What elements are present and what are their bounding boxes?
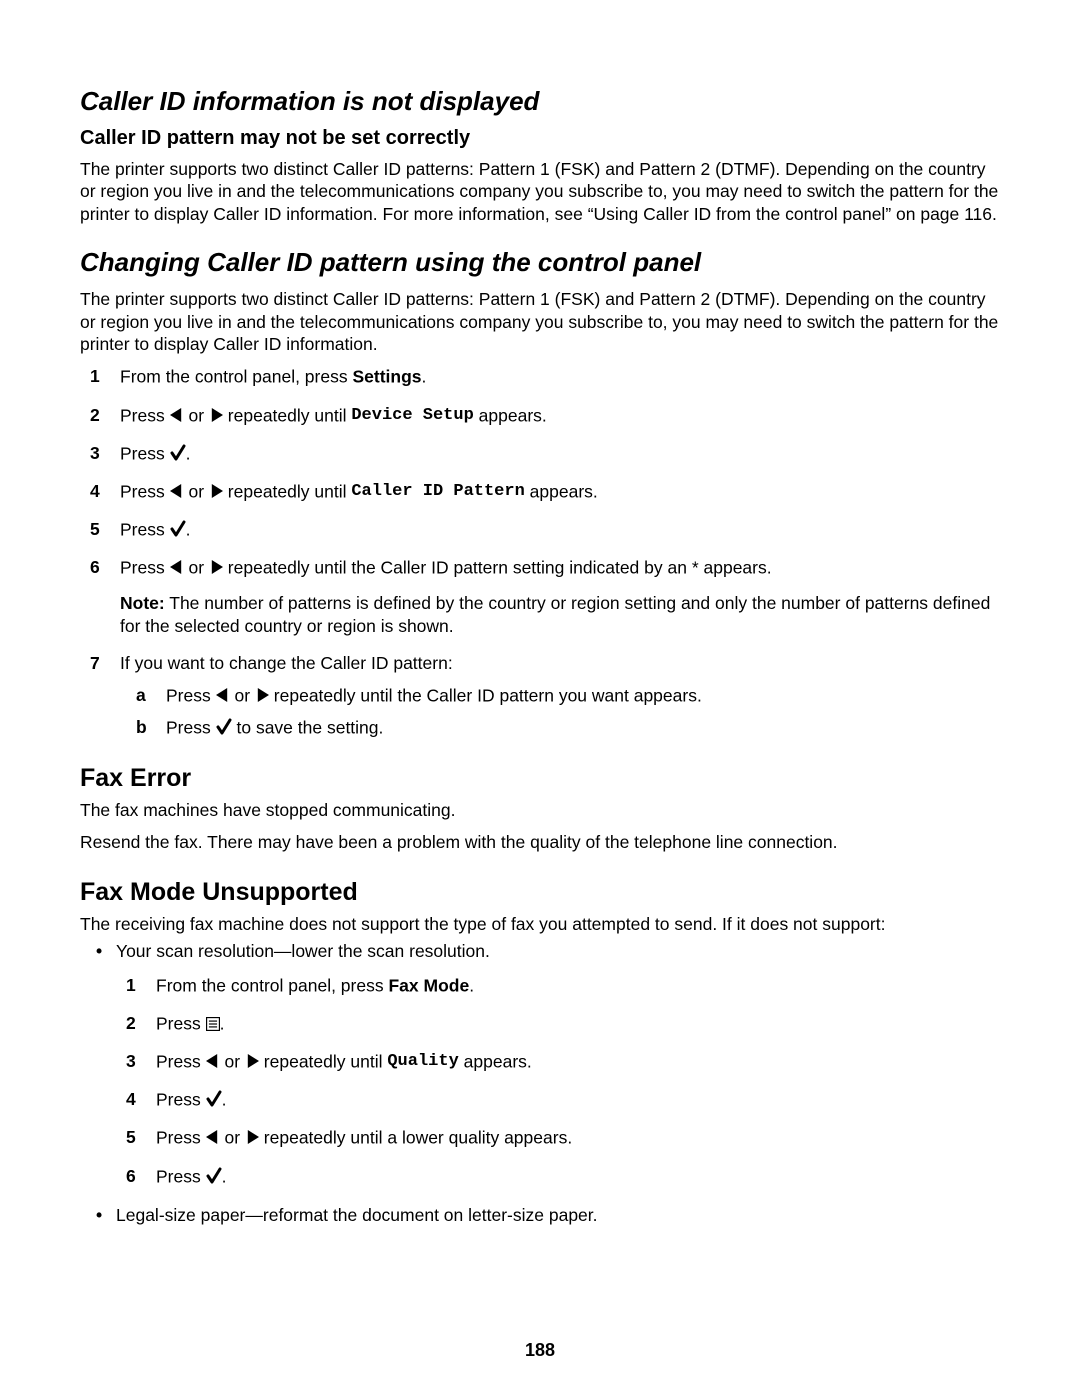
triangle-left-icon (216, 688, 230, 702)
page-number: 188 (0, 1340, 1080, 1361)
settings-label: Settings (352, 367, 421, 387)
step-text: . (222, 1090, 227, 1110)
step-text: or (234, 685, 254, 705)
step-text: appears. (479, 405, 547, 425)
step-1: 1 From the control panel, press Settings… (104, 365, 1000, 389)
step-3: 3 Press . (104, 442, 1000, 466)
step-text: Press (156, 1166, 206, 1186)
menu-icon (206, 1017, 220, 1031)
step-text: to save the setting. (236, 717, 383, 737)
triangle-right-icon (209, 484, 223, 498)
check-icon (216, 718, 232, 736)
step-text: or (224, 1128, 244, 1148)
triangle-left-icon (170, 560, 184, 574)
triangle-right-icon (245, 1054, 259, 1068)
inner-step-5: 5 Press or repeatedly until a lower qual… (140, 1126, 1000, 1150)
step-text: Press (156, 1128, 206, 1148)
step-text: repeatedly until (228, 405, 352, 425)
page: Caller ID information is not displayed C… (0, 0, 1080, 1397)
step-7: 7 If you want to change the Caller ID pa… (104, 652, 1000, 740)
step-text: From the control panel, press (120, 367, 352, 387)
step-text: . (222, 1166, 227, 1186)
step-text: . (422, 367, 427, 387)
note-block: Note: The number of patterns is defined … (120, 592, 1000, 638)
step-text: repeatedly until (264, 1052, 388, 1072)
inner-step-1: 1 From the control panel, press Fax Mode… (140, 974, 1000, 998)
paragraph-fax-mode: The receiving fax machine does not suppo… (80, 913, 1000, 935)
step-text: From the control panel, press (156, 975, 388, 995)
step-text: Press (156, 1052, 206, 1072)
inner-step-2: 2 Press . (140, 1012, 1000, 1036)
check-icon (206, 1167, 222, 1185)
step-text: repeatedly until (228, 481, 352, 501)
step-4: 4 Press or repeatedly until Caller ID Pa… (104, 480, 1000, 504)
step-text: or (224, 1052, 244, 1072)
step-text: . (469, 975, 474, 995)
step-text: If you want to change the Caller ID patt… (120, 653, 453, 673)
step-text: Press (156, 1090, 206, 1110)
inner-step-4: 4 Press . (140, 1088, 1000, 1112)
triangle-right-icon (255, 688, 269, 702)
heading-fax-error: Fax Error (80, 764, 1000, 793)
step-text: Press (156, 1013, 206, 1033)
step-text: . (220, 1013, 225, 1033)
note-label: Note: (120, 593, 165, 613)
substep-a: a Press or repeatedly until the Caller I… (150, 684, 1000, 708)
inner-steps: 1 From the control panel, press Fax Mode… (116, 974, 1000, 1189)
step-text: or (188, 558, 208, 578)
triangle-right-icon (209, 408, 223, 422)
paragraph-section2: The printer supports two distinct Caller… (80, 288, 1000, 355)
check-icon (206, 1090, 222, 1108)
step-text: Press (166, 717, 216, 737)
quality-text: Quality (387, 1052, 458, 1071)
bullet-legal-paper: Legal-size paper—reformat the document o… (112, 1203, 1000, 1228)
step-text: repeatedly until the Caller ID pattern s… (228, 558, 772, 578)
triangle-right-icon (209, 560, 223, 574)
step-text: . (186, 520, 191, 540)
step-text: appears. (530, 481, 598, 501)
heading-fax-mode-unsupported: Fax Mode Unsupported (80, 878, 1000, 907)
inner-step-6: 6 Press . (140, 1165, 1000, 1189)
fax-mode-label: Fax Mode (388, 975, 469, 995)
substep-b: b Press to save the setting. (150, 716, 1000, 740)
step-text: or (188, 481, 208, 501)
triangle-left-icon (206, 1130, 220, 1144)
step-6: 6 Press or repeatedly until the Caller I… (104, 556, 1000, 638)
step-text: Press (120, 481, 170, 501)
paragraph-fax-error-1: The fax machines have stopped communicat… (80, 799, 1000, 821)
step-text: appears. (464, 1052, 532, 1072)
paragraph-fax-error-2: Resend the fax. There may have been a pr… (80, 831, 1000, 853)
caller-id-pattern-text: Caller ID Pattern (351, 482, 524, 501)
heading-caller-id-not-displayed: Caller ID information is not displayed (80, 86, 1000, 117)
step-text: . (186, 443, 191, 463)
device-setup-text: Device Setup (351, 405, 473, 424)
note-text: The number of patterns is defined by the… (120, 593, 990, 636)
step-2: 2 Press or repeatedly until Device Setup… (104, 404, 1000, 428)
triangle-right-icon (245, 1130, 259, 1144)
bullet-scan-resolution: Your scan resolution—lower the scan reso… (112, 939, 1000, 1189)
bullet-text: Your scan resolution—lower the scan reso… (116, 941, 490, 961)
triangle-left-icon (206, 1054, 220, 1068)
inner-step-3: 3 Press or repeatedly until Quality appe… (140, 1050, 1000, 1074)
paragraph-section1: The printer supports two distinct Caller… (80, 158, 1000, 225)
subheading-pattern-not-set: Caller ID pattern may not be set correct… (80, 127, 1000, 150)
bullet-text: Legal-size paper—reformat the document o… (116, 1205, 598, 1225)
step-text: Press (120, 558, 170, 578)
triangle-left-icon (170, 408, 184, 422)
substeps-step7: a Press or repeatedly until the Caller I… (120, 684, 1000, 740)
step-5: 5 Press . (104, 518, 1000, 542)
bullets-fax-mode: Your scan resolution—lower the scan reso… (80, 939, 1000, 1227)
step-text: Press (120, 405, 170, 425)
heading-changing-pattern: Changing Caller ID pattern using the con… (80, 247, 1000, 278)
step-text: or (188, 405, 208, 425)
triangle-left-icon (170, 484, 184, 498)
step-text: repeatedly until the Caller ID pattern y… (274, 685, 702, 705)
step-text: repeatedly until a lower quality appears… (264, 1128, 572, 1148)
step-text: Press (120, 520, 170, 540)
steps-section2: 1 From the control panel, press Settings… (80, 365, 1000, 740)
check-icon (170, 444, 186, 462)
step-text: Press (120, 443, 170, 463)
check-icon (170, 520, 186, 538)
step-text: Press (166, 685, 216, 705)
